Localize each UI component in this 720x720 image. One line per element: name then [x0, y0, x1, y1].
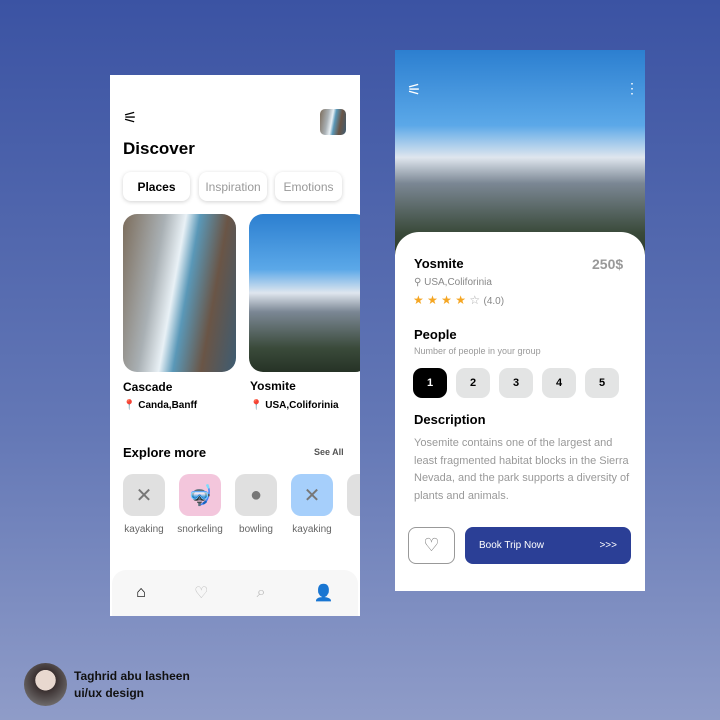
activity-bowling[interactable]: ●	[235, 474, 277, 516]
user-icon[interactable]: 👤	[314, 583, 334, 603]
activity-label: snorkeling	[177, 524, 223, 535]
place-location: 📍 Canda,Banff	[123, 400, 198, 411]
heart-icon: ♡	[423, 535, 440, 555]
place-name: Cascade	[123, 380, 173, 394]
pin-icon: ⚲	[414, 277, 422, 288]
tab-emotions[interactable]: Emotions	[275, 172, 342, 201]
activity-label: kayaking	[124, 524, 164, 535]
snorkel-mask-icon: 🤿	[187, 484, 213, 507]
people-option-3[interactable]: 3	[499, 368, 533, 398]
people-option-1[interactable]: 1	[413, 368, 447, 398]
activity-snorkeling[interactable]: 🤿	[179, 474, 221, 516]
author-avatar	[24, 663, 67, 706]
section-title: Description	[414, 412, 486, 427]
author-name: Taghrid abu lasheen	[74, 669, 190, 683]
activity-label: bowling	[239, 524, 273, 535]
activity-label: kay	[338, 524, 360, 535]
people-option-4[interactable]: 4	[542, 368, 576, 398]
activity-kay[interactable]: ✕	[347, 474, 360, 516]
book-label: Book Trip Now	[479, 540, 545, 551]
pin-icon: 📍	[123, 400, 136, 411]
tab-places[interactable]: Places	[123, 172, 190, 201]
section-title: Explore more	[123, 445, 207, 460]
kayak-icon: ✕	[135, 484, 153, 507]
people-option-5[interactable]: 5	[585, 368, 619, 398]
activity-kayaking[interactable]: ✕	[291, 474, 333, 516]
price: 250$	[592, 256, 624, 272]
home-icon[interactable]: ⌂	[136, 584, 146, 602]
page-title: Discover	[123, 139, 195, 158]
detail-screen: ⚟ ⋮ Yosmite 250$ ⚲ USA,Coliforinia ★ ★ ★…	[395, 50, 645, 591]
place-card-image[interactable]	[123, 214, 236, 372]
rating-stars: ★ ★ ★ ★ ☆ (4.0)	[413, 293, 505, 307]
more-icon[interactable]: ⋮	[625, 80, 639, 97]
place-card-image[interactable]	[249, 214, 360, 372]
avatar[interactable]	[320, 109, 346, 135]
activity-kayaking[interactable]: ✕	[123, 474, 165, 516]
pin-icon: 📍	[250, 400, 263, 411]
bowling-icon: ●	[249, 483, 263, 506]
discover-screen: ⚟ Discover Places Inspiration Emotions C…	[110, 75, 360, 616]
filter-icon[interactable]: ⚟	[123, 108, 137, 128]
heart-icon[interactable]: ♡	[194, 583, 208, 603]
filter-icon[interactable]: ⚟	[407, 80, 421, 100]
place-location: 📍 USA,Coliforinia	[250, 400, 339, 411]
description: Yosemite contains one of the largest and…	[414, 437, 630, 502]
book-trip-button[interactable]: Book Trip Now >>>	[465, 527, 631, 564]
favorite-button[interactable]: ♡	[408, 527, 455, 564]
people-option-2[interactable]: 2	[456, 368, 490, 398]
author-role: ui/ux design	[74, 686, 145, 700]
arrows-icon: >>>	[599, 540, 617, 551]
tab-inspiration[interactable]: Inspiration	[199, 172, 267, 201]
place-location: ⚲ USA,Coliforinia	[414, 277, 492, 288]
section-title: People	[414, 327, 457, 342]
kayak-icon: ✕	[303, 484, 321, 507]
section-subtitle: Number of people in your group	[414, 346, 541, 356]
activity-label: kayaking	[292, 524, 332, 535]
place-name: Yosmite	[250, 379, 296, 393]
bottom-nav: ⌂ ♡ ⌕ 👤	[112, 570, 358, 616]
see-all-link[interactable]: See All	[314, 447, 344, 457]
search-icon[interactable]: ⌕	[257, 584, 266, 602]
place-title: Yosmite	[414, 256, 464, 271]
